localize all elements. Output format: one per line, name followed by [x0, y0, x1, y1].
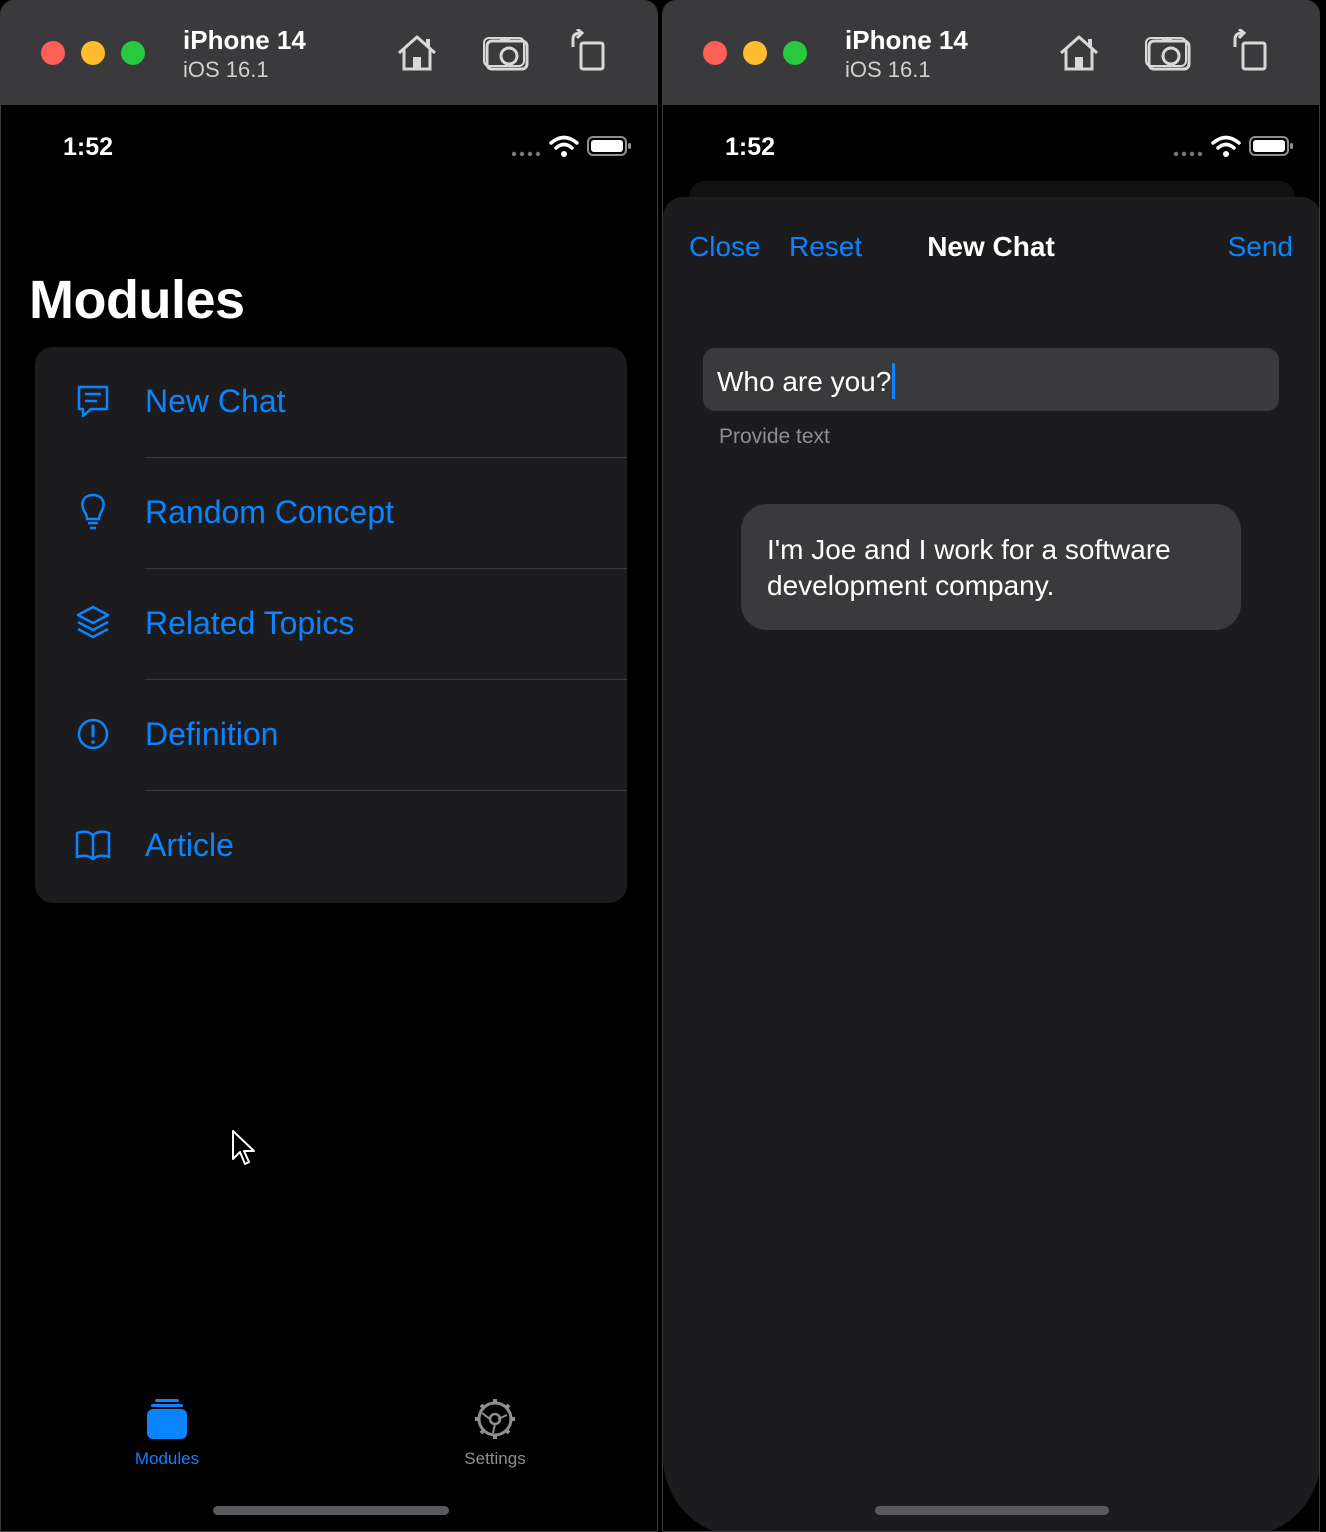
lightbulb-icon — [81, 493, 105, 530]
book-icon — [75, 830, 111, 861]
wifi-icon — [549, 135, 579, 157]
list-item-article[interactable]: Article — [35, 791, 627, 902]
list-item-new-chat[interactable]: New Chat — [35, 347, 627, 458]
minimize-window-button[interactable] — [81, 41, 105, 65]
cellular-signal-icon — [1173, 151, 1203, 157]
status-time: 1:52 — [63, 133, 114, 161]
home-icon[interactable] — [1055, 29, 1103, 75]
list-item-random-concept[interactable]: Random Concept — [35, 458, 627, 569]
prompt-input-wrapper: Who are you? — [717, 363, 896, 399]
send-button[interactable]: Send — [1228, 231, 1293, 263]
simulator-titlebar: iPhone 14 iOS 16.1 — [663, 1, 1319, 105]
rotate-icon[interactable] — [1227, 29, 1275, 75]
battery-icon — [1249, 136, 1293, 156]
prompt-helper-text: Provide text — [719, 425, 830, 448]
mouse-pointer-icon — [232, 1130, 255, 1165]
battery-icon — [587, 136, 631, 156]
list-item-definition[interactable]: Definition — [35, 680, 627, 791]
response-bubble: I'm Joe and I work for a software develo… — [741, 504, 1241, 630]
tab-label: Settings — [464, 1449, 526, 1468]
zoom-window-button[interactable] — [121, 41, 145, 65]
home-icon[interactable] — [393, 29, 441, 75]
list-item-label: New Chat — [145, 383, 286, 419]
response-text: I'm Joe and I work for a software develo… — [767, 534, 1171, 601]
screenshot-icon[interactable] — [483, 29, 531, 75]
tab-modules[interactable]: Modules — [121, 1393, 213, 1469]
minimize-window-button[interactable] — [743, 41, 767, 65]
layers-icon — [76, 605, 110, 639]
device-name: iPhone 14 — [183, 25, 306, 55]
tab-settings[interactable]: Settings — [447, 1393, 543, 1469]
status-time: 1:52 — [725, 133, 776, 161]
page-title: Modules — [29, 270, 245, 330]
tab-label: Modules — [134, 1449, 200, 1468]
gear-icon — [475, 1399, 515, 1439]
cellular-signal-icon — [511, 151, 541, 157]
nav-title-container: New Chat — [663, 231, 1319, 263]
wifi-icon — [1211, 135, 1241, 157]
list-item-label: Definition — [145, 716, 279, 752]
chat-bubble-icon — [77, 385, 109, 418]
prompt-input[interactable]: Who are you? — [703, 348, 1279, 411]
close-window-button[interactable] — [41, 41, 65, 65]
nav-title: New Chat — [927, 231, 1055, 262]
list-item-related-topics[interactable]: Related Topics — [35, 569, 627, 680]
simulator-titlebar: iPhone 14 iOS 16.1 — [1, 1, 657, 105]
exclamation-circle-icon — [77, 718, 109, 750]
stacked-squares-icon — [147, 1399, 187, 1439]
zoom-window-button[interactable] — [783, 41, 807, 65]
text-caret — [892, 363, 896, 399]
list-item-label: Related Topics — [145, 605, 355, 641]
device-os-version: iOS 16.1 — [845, 57, 931, 82]
prompt-input-value: Who are you? — [717, 366, 892, 397]
list-item-label: Random Concept — [145, 494, 395, 530]
close-window-button[interactable] — [703, 41, 727, 65]
device-name: iPhone 14 — [845, 25, 968, 55]
modules-list: New Chat Random Concept Related Topics D… — [35, 347, 627, 903]
list-item-label: Article — [145, 827, 234, 863]
simulator-window-modules: iPhone 14 iOS 16.1 1:52 Modules New Chat… — [0, 0, 658, 1532]
home-indicator[interactable] — [213, 1506, 449, 1515]
rotate-icon[interactable] — [565, 29, 613, 75]
simulator-window-new-chat: iPhone 14 iOS 16.1 1:52 Close Reset New … — [662, 0, 1320, 1532]
screenshot-icon[interactable] — [1145, 29, 1193, 75]
device-os-version: iOS 16.1 — [183, 57, 269, 82]
home-indicator[interactable] — [875, 1506, 1109, 1515]
